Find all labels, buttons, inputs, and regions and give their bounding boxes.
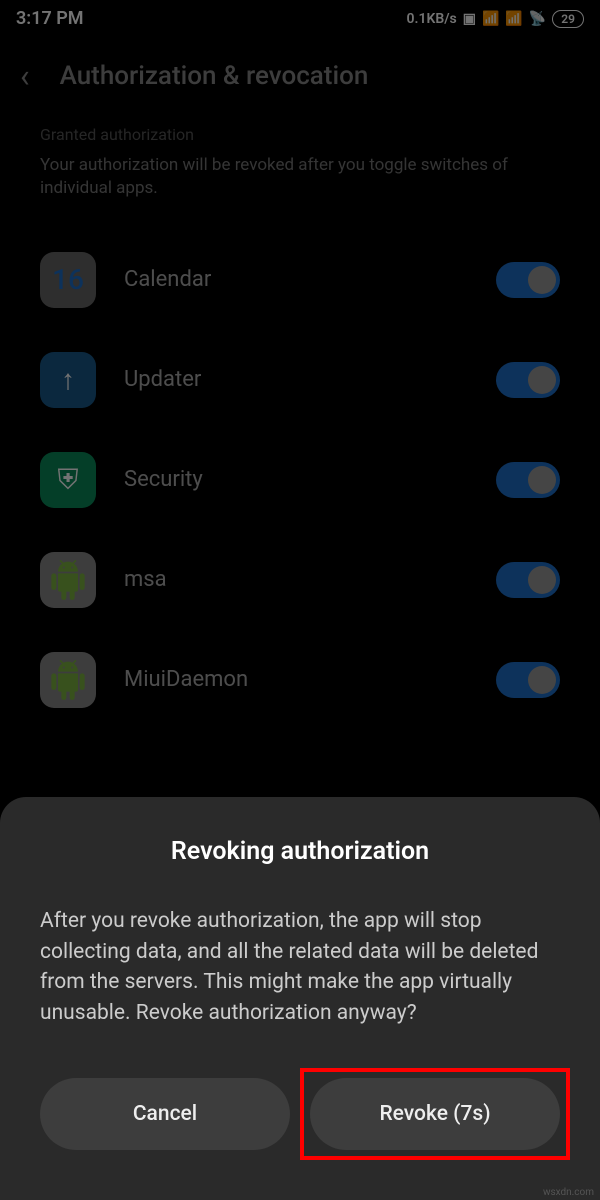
app-row-security: ⛨ Security <box>30 430 570 530</box>
signal-icon: 📶 <box>482 11 499 27</box>
toggle-updater[interactable] <box>496 362 560 398</box>
page-title: Authorization & revocation <box>60 61 369 91</box>
toggle-miuidaemon[interactable] <box>496 662 560 698</box>
data-rate: 0.1KB/s <box>406 11 456 27</box>
revoke-dialog: Revoking authorization After you revoke … <box>0 797 600 1200</box>
app-list: 16 Calendar ↑ Updater ⛨ Security msa Miu… <box>0 220 600 730</box>
revoke-button[interactable]: Revoke (7s) <box>310 1078 560 1150</box>
highlight-box: Revoke (7s) <box>300 1068 570 1160</box>
dialog-title: Revoking authorization <box>40 837 560 866</box>
app-row-calendar: 16 Calendar <box>30 230 570 330</box>
back-button[interactable]: ‹ <box>20 57 30 95</box>
toggle-security[interactable] <box>496 462 560 498</box>
app-name: Updater <box>124 367 468 392</box>
android-icon <box>40 652 96 708</box>
battery-indicator: 29 <box>552 10 584 28</box>
security-icon: ⛨ <box>40 452 96 508</box>
dialog-body: After you revoke authorization, the app … <box>40 906 560 1028</box>
app-name: msa <box>124 567 468 592</box>
app-name: Calendar <box>124 267 468 292</box>
signal-icon-2: 📶 <box>505 11 522 27</box>
app-row-updater: ↑ Updater <box>30 330 570 430</box>
section-label: Granted authorization <box>0 125 600 154</box>
status-right: 0.1KB/s ▣ 📶 📶 📡 29 <box>406 10 584 28</box>
app-row-msa: msa <box>30 530 570 630</box>
page-header: ‹ Authorization & revocation <box>0 37 600 125</box>
app-name: MiuiDaemon <box>124 667 468 692</box>
android-icon <box>40 552 96 608</box>
cancel-button[interactable]: Cancel <box>40 1078 290 1150</box>
toggle-msa[interactable] <box>496 562 560 598</box>
volte-icon: ▣ <box>463 11 476 27</box>
status-time: 3:17 PM <box>16 8 84 29</box>
watermark: wsxdn.com <box>543 1187 594 1198</box>
app-row-miuidaemon: MiuiDaemon <box>30 630 570 730</box>
dialog-actions: Cancel Revoke (7s) <box>40 1078 560 1150</box>
updater-icon: ↑ <box>40 352 96 408</box>
section-description: Your authorization will be revoked after… <box>0 154 600 220</box>
wifi-icon: 📡 <box>529 11 546 27</box>
toggle-calendar[interactable] <box>496 262 560 298</box>
calendar-icon: 16 <box>40 252 96 308</box>
app-name: Security <box>124 467 468 492</box>
status-bar: 3:17 PM 0.1KB/s ▣ 📶 📶 📡 29 <box>0 0 600 37</box>
